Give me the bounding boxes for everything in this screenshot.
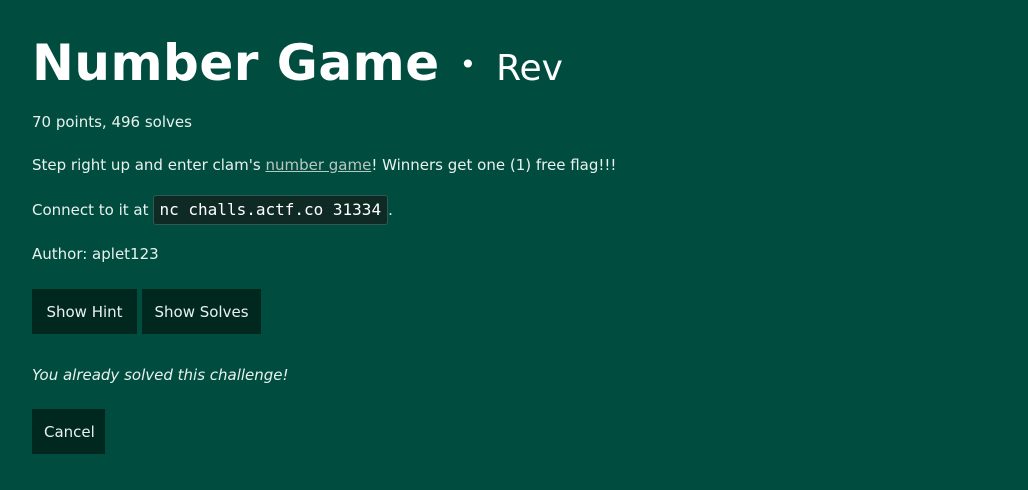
challenge-panel: Number Game • Rev 70 points, 496 solves … — [0, 0, 1028, 490]
show-hint-button[interactable]: Show Hint — [32, 289, 137, 334]
solved-message: You already solved this challenge! — [32, 366, 289, 384]
challenge-category: Rev — [496, 48, 563, 89]
challenge-title: Number Game — [32, 34, 440, 92]
description-prefix: Step right up and enter clam's — [32, 156, 266, 174]
title-row: Number Game • Rev — [32, 30, 563, 96]
connect-suffix: . — [388, 201, 393, 219]
connect-prefix: Connect to it at — [32, 201, 149, 219]
connect-info: Connect to it at nc challs.actf.co 31334… — [32, 195, 393, 225]
show-solves-button[interactable]: Show Solves — [142, 289, 261, 334]
cancel-button[interactable]: Cancel — [32, 409, 105, 454]
title-separator: • — [459, 48, 477, 81]
challenge-description: Step right up and enter clam's number ga… — [32, 155, 616, 175]
number-game-link[interactable]: number game — [265, 156, 371, 174]
points-solves: 70 points, 496 solves — [32, 113, 192, 131]
connect-command: nc challs.actf.co 31334 — [152, 195, 389, 225]
description-suffix: ! Winners get one (1) free flag!!! — [371, 156, 617, 174]
author: Author: aplet123 — [32, 245, 159, 263]
